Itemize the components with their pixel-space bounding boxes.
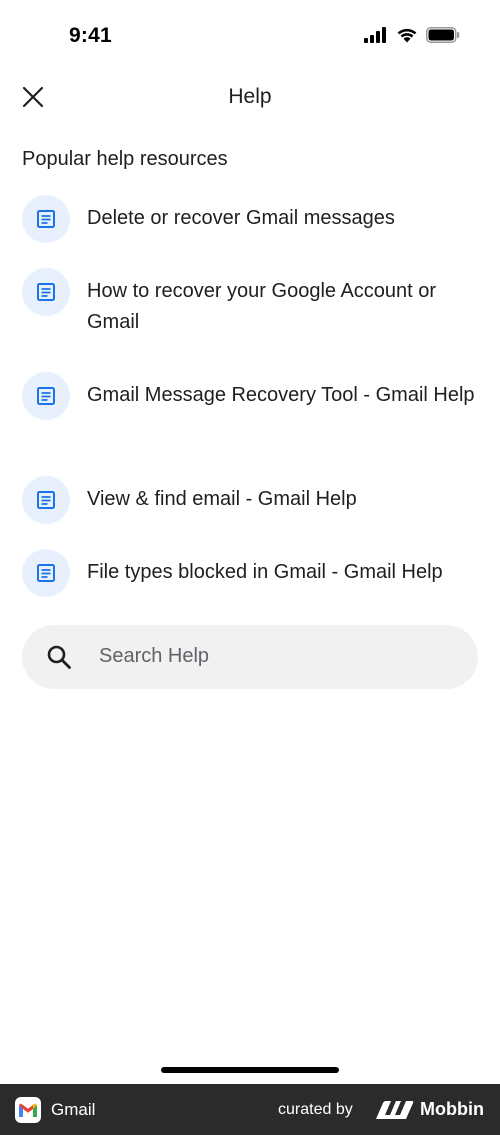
search-placeholder: Search Help	[99, 645, 210, 667]
mobbin-logo: Mobbin	[376, 1099, 484, 1120]
document-icon	[22, 195, 70, 243]
resource-item-view-find[interactable]: View & find email - Gmail Help	[0, 474, 500, 530]
footer-app-name: Gmail	[51, 1100, 96, 1119]
gmail-logo-icon	[15, 1097, 41, 1123]
home-indicator	[161, 1067, 339, 1073]
footer-curated-by: curated by	[278, 1101, 353, 1118]
resource-item-file-types[interactable]: File types blocked in Gmail - Gmail Help	[0, 547, 500, 603]
status-icons	[364, 27, 460, 43]
footer-brand: Mobbin	[420, 1099, 484, 1119]
mobbin-mark-icon	[376, 1100, 414, 1119]
header: Help	[0, 75, 500, 119]
page-title: Help	[228, 85, 272, 108]
document-icon	[22, 549, 70, 597]
wifi-icon	[397, 28, 417, 43]
resource-label: How to recover your Google Account or Gm…	[87, 280, 437, 333]
search-input[interactable]: Search Help	[22, 625, 478, 689]
status-bar: 9:41	[0, 0, 500, 75]
resource-label: View & find email - Gmail Help	[87, 488, 357, 510]
resource-item-recover-account[interactable]: How to recover your Google Account or Gm…	[0, 266, 500, 352]
document-icon	[22, 372, 70, 420]
resource-item-recovery-tool[interactable]: Gmail Message Recovery Tool - Gmail Help	[0, 370, 500, 456]
resource-label: File types blocked in Gmail - Gmail Help	[87, 561, 443, 583]
resource-label: Gmail Message Recovery Tool - Gmail Help	[87, 384, 475, 406]
document-icon	[22, 268, 70, 316]
footer-bar: Gmail curated by Mobbin	[0, 1084, 500, 1135]
status-time: 9:41	[69, 24, 112, 47]
signal-icon	[364, 27, 386, 43]
document-icon	[22, 476, 70, 524]
resource-item-delete-recover[interactable]: Delete or recover Gmail messages	[0, 193, 500, 249]
search-icon	[47, 645, 71, 669]
battery-icon	[426, 27, 460, 43]
resource-label: Delete or recover Gmail messages	[87, 207, 395, 229]
section-title: Popular help resources	[22, 148, 228, 170]
